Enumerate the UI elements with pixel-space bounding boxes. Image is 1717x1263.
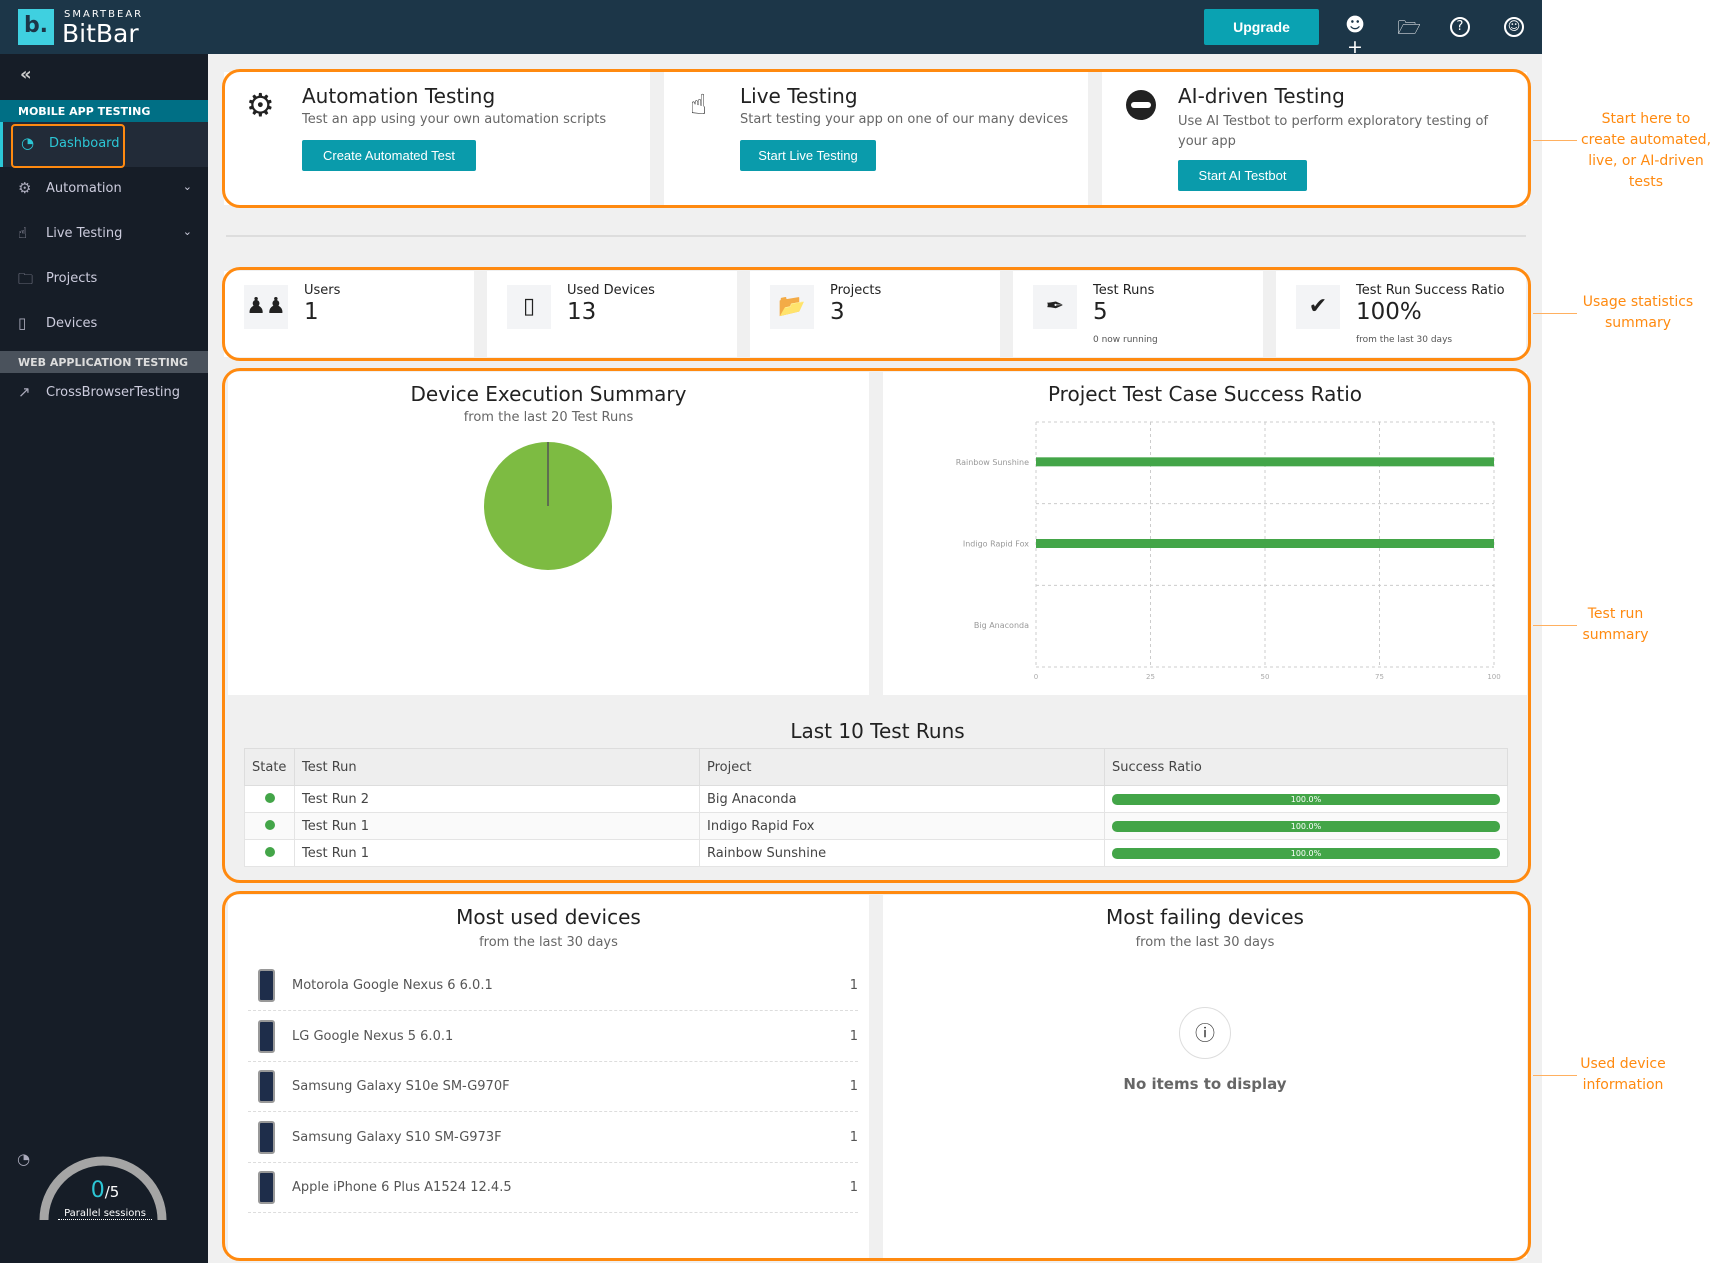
sidebar: « MOBILE APP TESTING ◔ Dashboard ⚙ Automa… [0,54,208,1263]
chevron-down-icon: ⌄ [182,225,192,238]
sidebar-item-live-testing[interactable]: ☝ Live Testing ⌄ [0,212,208,257]
annotation-start: Start here to create automated, live, or… [1580,111,1712,190]
upgrade-button[interactable]: Upgrade [1204,9,1319,45]
collapse-sidebar-button[interactable]: « [20,64,32,85]
sidebar-item-crossbrowsertesting[interactable]: ↗ CrossBrowserTesting [0,371,208,416]
annotation-outline [222,267,1531,361]
section-mobile-app-testing: MOBILE APP TESTING [0,100,208,122]
sidebar-item-dashboard[interactable]: ◔ Dashboard [0,122,208,168]
folder-icon[interactable]: 🗁 [1396,14,1422,40]
brand-name: BitBar [62,19,139,48]
sidebar-item-devices[interactable]: ▯ Devices [0,302,208,347]
sessions-used: 0 [90,1178,105,1203]
top-header: b. SMARTBEAR BitBar Upgrade ☻+ 🗁 ? ☺ [0,0,1542,58]
bitbar-logo[interactable]: b. [18,9,54,45]
parallel-sessions-link[interactable]: Parallel sessions [58,1208,152,1220]
account-icon[interactable]: ☺ [1504,17,1524,37]
sidebar-item-projects[interactable]: 🗀 Projects [0,257,208,302]
sidebar-item-label: CrossBrowserTesting [46,385,181,400]
highlight-outline [11,124,125,168]
annotation-outline [222,368,1531,883]
add-user-icon[interactable]: ☻+ [1342,14,1368,58]
help-icon[interactable]: ? [1450,17,1470,37]
sessions-count: 0/5 [60,1178,150,1203]
sidebar-item-automation[interactable]: ⚙ Automation ⌄ [0,167,208,212]
annotation-usage: Usage statistics summary [1582,294,1694,331]
external-icon: ↗ [18,383,31,401]
sessions-chart-icon: ◔ [17,1150,31,1168]
hand-icon: ☝ [18,224,28,242]
divider [226,235,1526,237]
gears-icon: ⚙ [18,179,32,197]
annotation-outline [222,69,1531,208]
chevron-down-icon: ⌄ [182,180,192,193]
sidebar-item-label: Devices [46,316,98,331]
annotation-outline [222,891,1531,1261]
sidebar-item-label: Projects [46,271,98,286]
sidebar-item-label: Automation [46,181,122,196]
annotation-devices: Used device information [1580,1056,1666,1093]
section-web-app-testing: WEB APPLICATION TESTING [0,351,208,373]
folder-icon: 🗀 [18,270,34,288]
device-icon: ▯ [18,314,27,332]
annotation-test-run: Test run summary [1582,606,1649,643]
sessions-total: /5 [104,1183,120,1201]
sidebar-item-label: Live Testing [46,226,123,241]
